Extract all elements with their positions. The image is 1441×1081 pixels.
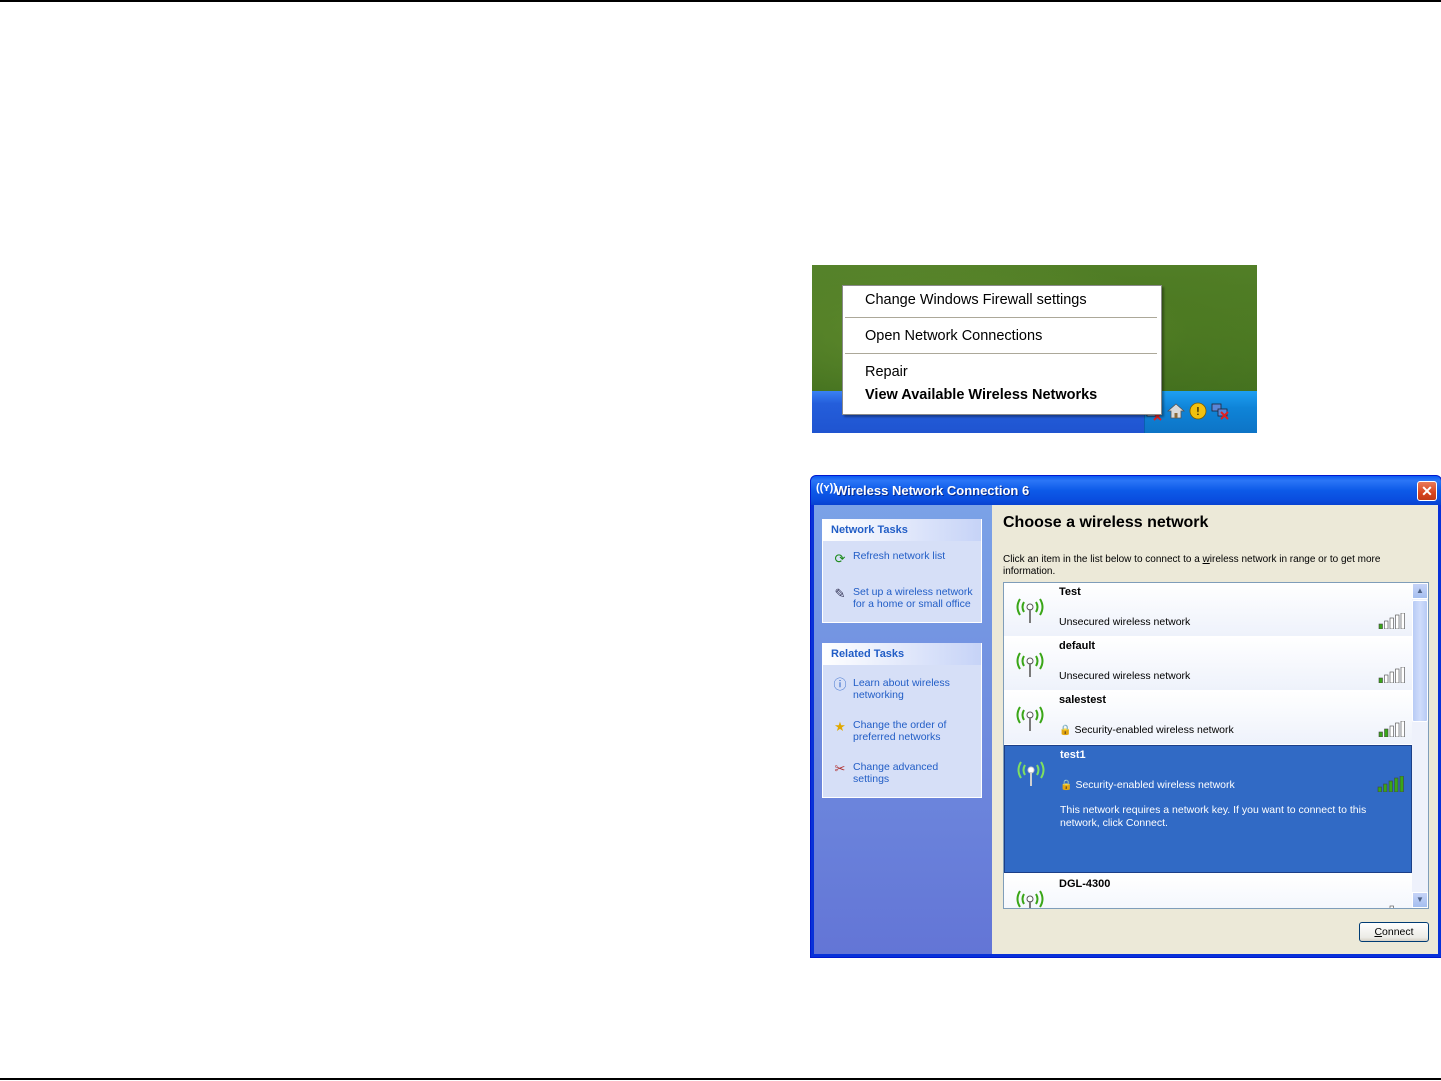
refresh-network-list-link[interactable]: ⟳ Refresh network list — [823, 541, 981, 574]
refresh-network-list-label: Refresh network list — [853, 550, 946, 562]
wireless-setup-icon: ✎ — [834, 586, 846, 601]
instructions-text: Click an item in the list below to conne… — [1003, 554, 1423, 578]
network-tasks-header: Network Tasks — [823, 519, 981, 541]
network-item-test[interactable]: Test Unsecured wireless network — [1004, 583, 1412, 636]
signal-strength-icon — [1378, 721, 1405, 737]
change-advanced-settings-label: Change advanced settings — [853, 761, 939, 785]
menu-item-repair[interactable]: Repair — [865, 364, 908, 380]
network-disconnected-icon[interactable] — [1210, 401, 1230, 421]
signal-strength-icon — [1378, 613, 1405, 629]
wireless-network-icon — [1016, 890, 1044, 908]
info-icon: ⓘ — [833, 677, 847, 692]
change-preferred-order-link[interactable]: ★ Change the order of preferred networks — [823, 705, 981, 747]
network-description: This network requires a network key. If … — [1060, 804, 1367, 829]
home-icon[interactable] — [1166, 401, 1186, 421]
network-ssid: default — [1059, 640, 1096, 652]
scroll-down-button[interactable]: ▼ — [1412, 892, 1428, 908]
network-security-status: Unsecured wireless network — [1059, 616, 1191, 628]
connect-accelerator: C — [1374, 926, 1383, 938]
connect-button[interactable]: Connect — [1359, 922, 1429, 942]
related-tasks-header: Related Tasks — [823, 643, 981, 665]
network-security-row: 🔒 Security-enabled wireless network — [1059, 724, 1234, 736]
menu-item-change-firewall-settings[interactable]: Change Windows Firewall settings — [865, 292, 1087, 308]
menu-item-open-network-connections[interactable]: Open Network Connections — [865, 328, 1042, 344]
page-title: Choose a wireless network — [1003, 514, 1209, 531]
page-bottom-rule — [0, 1078, 1441, 1080]
network-security-status: Security-enabled wireless network — [1075, 779, 1235, 791]
dialog-body: Network Tasks ⟳ Refresh network list ✎ S… — [814, 505, 1438, 954]
instructions-start: Click an item in the list below to conne… — [1003, 554, 1203, 565]
wireless-network-icon — [1017, 761, 1045, 786]
setup-wireless-network-link[interactable]: ✎ Set up a wireless network for a home o… — [823, 574, 981, 622]
wireless-network-connection-window: ((ʏ)) Wireless Network Connection 6 ✕ Ne… — [810, 475, 1441, 958]
wireless-network-list[interactable]: Test Unsecured wireless network default … — [1003, 582, 1429, 909]
learn-about-wireless-link[interactable]: ⓘ Learn about wireless networking — [823, 665, 981, 705]
tools-icon: ✂ — [834, 761, 846, 776]
network-ssid: test1 — [1060, 749, 1086, 761]
network-item-dgl-4300[interactable]: DGL-4300 — [1004, 875, 1412, 908]
learn-about-wireless-label: Learn about wireless networking — [853, 677, 950, 701]
related-tasks-panel: Related Tasks ⓘ Learn about wireless net… — [822, 643, 982, 798]
change-advanced-settings-link[interactable]: ✂ Change advanced settings — [823, 747, 981, 797]
tray-context-menu-screenshot: ! Change Windows Firewall settings Open … — [812, 265, 1257, 433]
wireless-network-icon — [1016, 652, 1044, 677]
setup-wireless-network-label: Set up a wireless network for a home or … — [853, 586, 973, 610]
task-pane: Network Tasks ⟳ Refresh network list ✎ S… — [814, 505, 992, 954]
security-center-icon[interactable]: ! — [1188, 401, 1208, 421]
signal-strength-icon — [1377, 776, 1404, 792]
network-tasks-panel: Network Tasks ⟳ Refresh network list ✎ S… — [822, 519, 982, 623]
vertical-scrollbar[interactable]: ▲ ▼ — [1412, 583, 1428, 908]
signal-strength-icon — [1389, 905, 1394, 908]
refresh-icon: ⟳ — [834, 551, 846, 566]
network-item-salestest[interactable]: salestest 🔒 Security-enabled wireless net… — [1004, 691, 1412, 744]
page-top-rule — [0, 0, 1441, 2]
network-security-status: Security-enabled wireless network — [1074, 724, 1234, 736]
connect-label-rest: onnect — [1382, 926, 1414, 938]
menu-separator — [845, 353, 1157, 354]
menu-separator — [845, 317, 1157, 318]
network-security-status: Unsecured wireless network — [1059, 670, 1191, 682]
content-pane: Choose a wireless network Click an item … — [992, 505, 1438, 954]
scroll-up-button[interactable]: ▲ — [1412, 583, 1428, 599]
network-security-row: 🔒 Security-enabled wireless network — [1060, 779, 1235, 791]
menu-item-view-available-wireless-networks[interactable]: View Available Wireless Networks — [865, 387, 1097, 403]
wireless-network-icon — [1016, 706, 1044, 731]
instructions-accelerator: w — [1202, 554, 1210, 565]
signal-strength-icon — [1378, 667, 1405, 683]
tray-context-menu: Change Windows Firewall settings Open Ne… — [842, 285, 1162, 415]
svg-text:!: ! — [1196, 405, 1200, 418]
scroll-thumb[interactable] — [1412, 600, 1428, 722]
wireless-network-icon — [1016, 598, 1044, 623]
change-preferred-order-label: Change the order of preferred networks — [853, 719, 947, 743]
close-button[interactable]: ✕ — [1417, 481, 1437, 501]
network-ssid: Test — [1059, 586, 1081, 598]
star-icon: ★ — [834, 719, 846, 734]
title-bar[interactable]: ((ʏ)) Wireless Network Connection 6 ✕ — [811, 476, 1441, 505]
lock-icon: 🔒 — [1060, 780, 1073, 791]
network-ssid: salestest — [1059, 694, 1107, 706]
network-item-test1[interactable]: test1 🔒 Security-enabled wireless network… — [1004, 745, 1412, 873]
lock-icon: 🔒 — [1059, 725, 1072, 736]
window-title: Wireless Network Connection 6 — [835, 483, 1030, 498]
wireless-signal-icon: ((ʏ)) — [816, 482, 837, 494]
network-item-default[interactable]: default Unsecured wireless network — [1004, 637, 1412, 690]
network-ssid: DGL-4300 — [1059, 878, 1111, 890]
